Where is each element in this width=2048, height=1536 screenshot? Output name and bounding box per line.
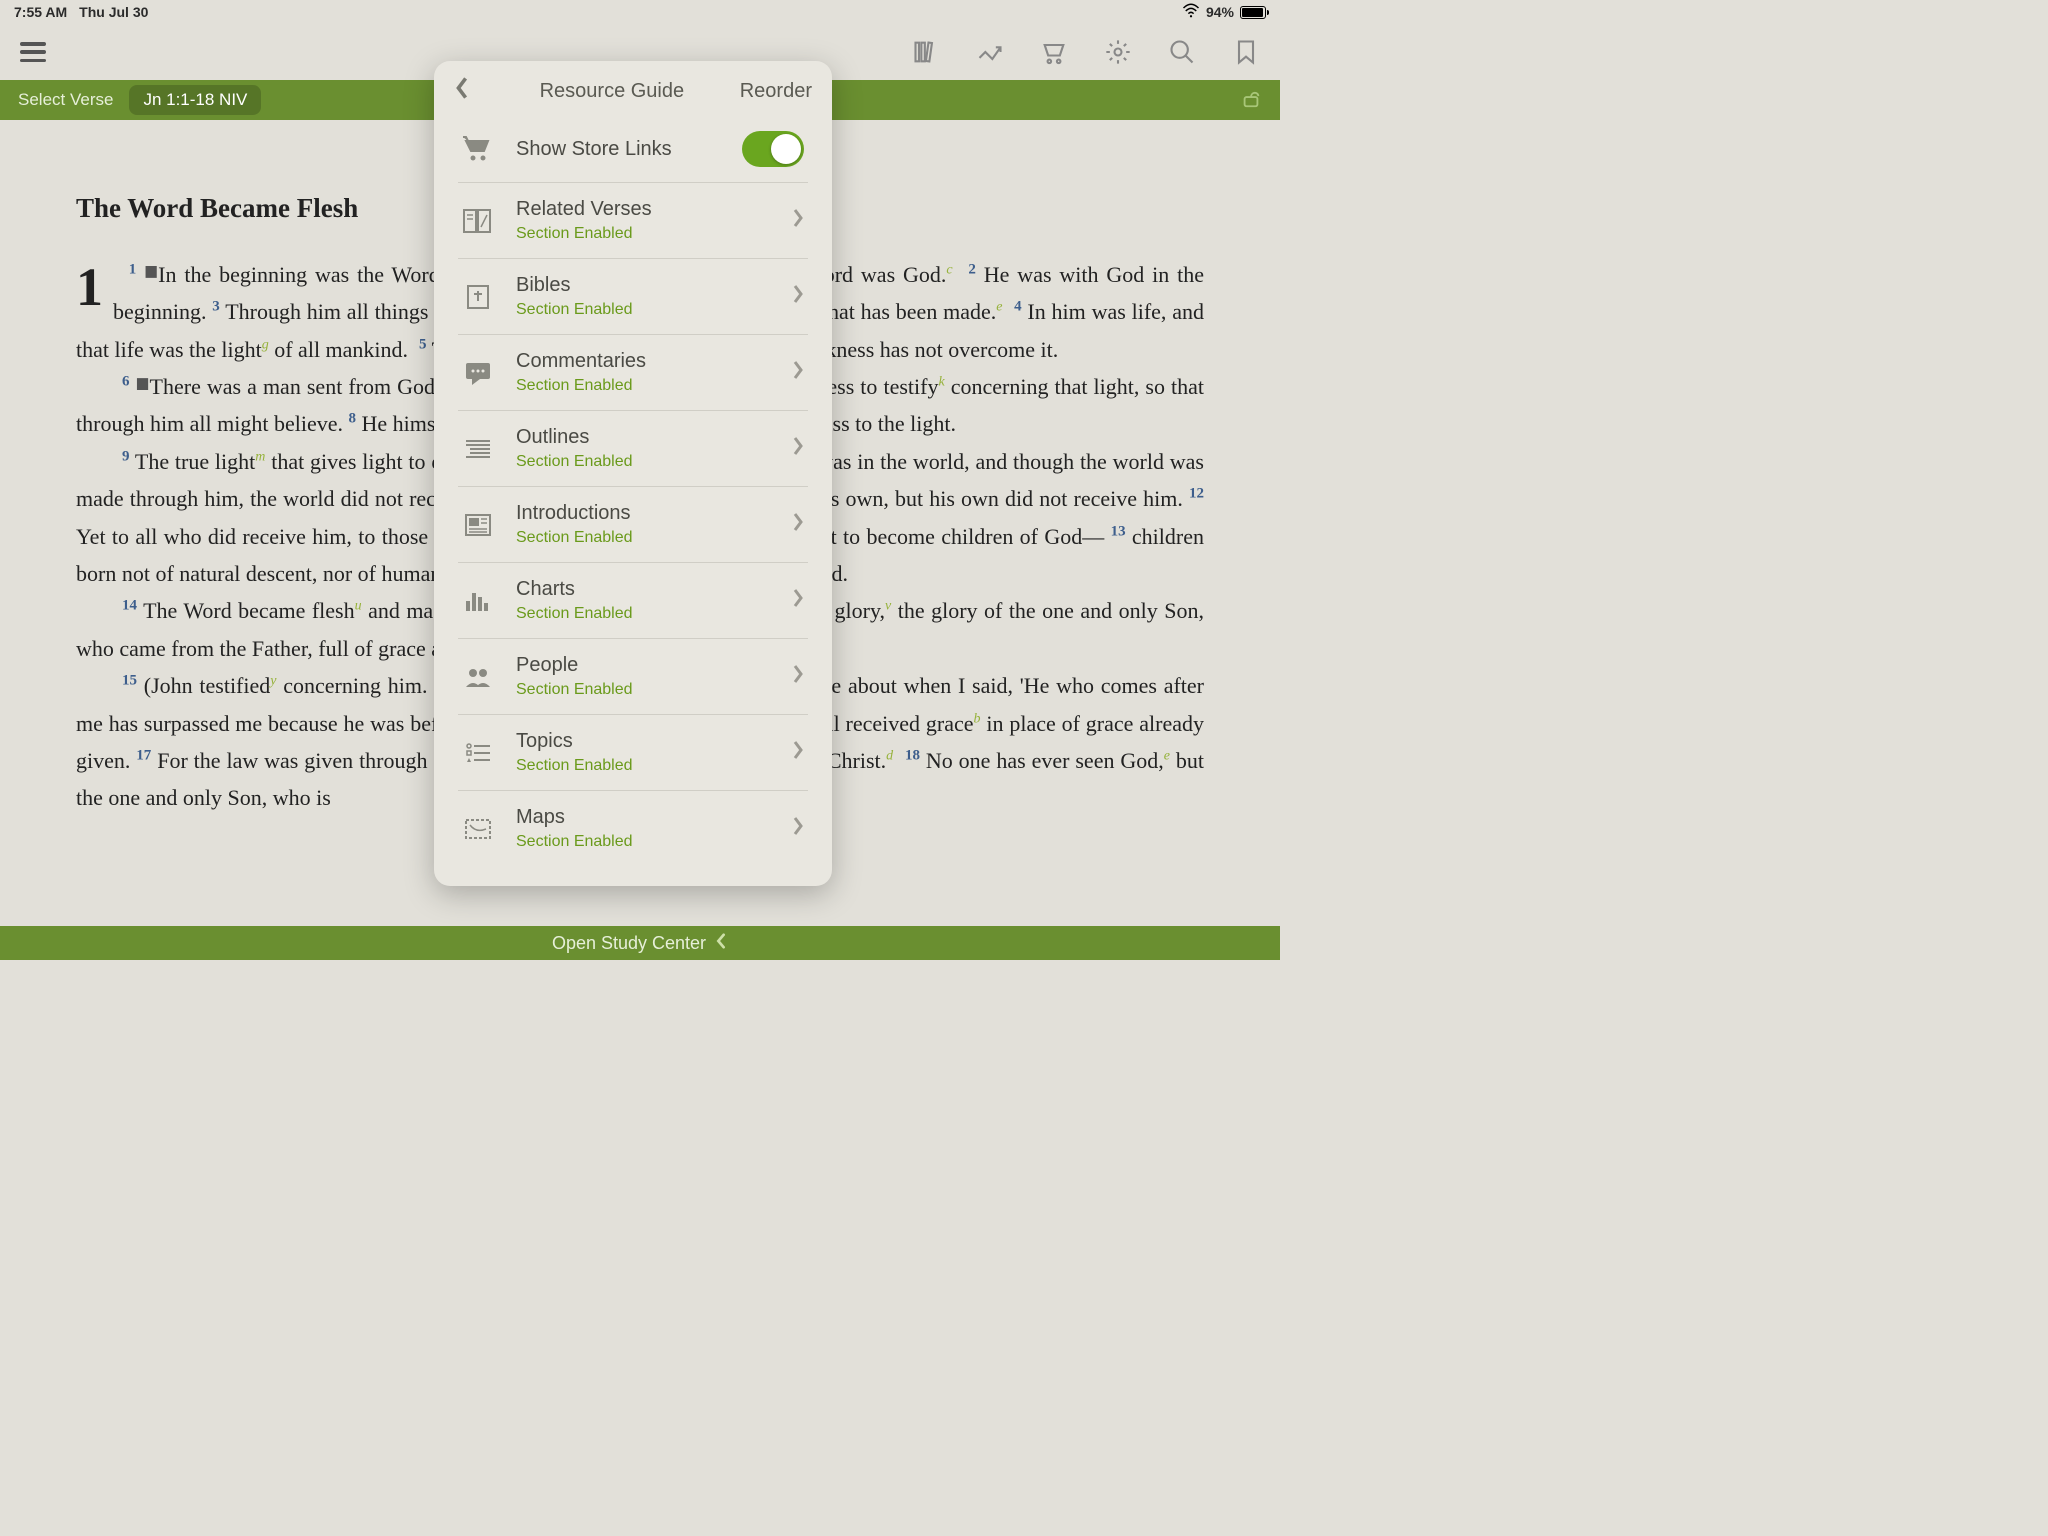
- status-date: Thu Jul 30: [79, 4, 148, 20]
- open-study-center-label: Open Study Center: [552, 933, 706, 954]
- charts-icon: [458, 584, 498, 618]
- library-icon[interactable]: [912, 38, 940, 66]
- store-links-row[interactable]: Show Store Links: [458, 121, 808, 183]
- battery-icon: [1240, 6, 1266, 19]
- chevron-right-icon: [792, 360, 804, 385]
- verses-icon: [458, 204, 498, 238]
- chevron-right-icon: [792, 588, 804, 613]
- chapter-number: 1: [76, 260, 103, 314]
- store-links-toggle[interactable]: [742, 131, 804, 167]
- bookmark-icon[interactable]: [1232, 38, 1260, 66]
- back-button[interactable]: [454, 76, 484, 106]
- commentary-icon: [458, 356, 498, 390]
- popover-list: Show Store Links Related Verses Section …: [434, 121, 832, 866]
- battery-percent: 94%: [1206, 4, 1234, 20]
- section-commentaries[interactable]: Commentaries Section Enabled: [458, 335, 808, 411]
- topics-icon: [458, 736, 498, 770]
- highlight-icon[interactable]: [976, 38, 1004, 66]
- chevron-right-icon: [792, 740, 804, 765]
- chevron-right-icon: [792, 512, 804, 537]
- section-maps[interactable]: Maps Section Enabled: [458, 791, 808, 866]
- xref-icon: [136, 378, 150, 390]
- reorder-button[interactable]: Reorder: [740, 80, 812, 103]
- section-bibles[interactable]: Bibles Section Enabled: [458, 259, 808, 335]
- select-verse-button[interactable]: Select Verse: [18, 90, 113, 110]
- chevron-right-icon: [792, 284, 804, 309]
- people-icon: [458, 660, 498, 694]
- status-bar: 7:55 AM Thu Jul 30 94%: [0, 0, 1280, 24]
- open-study-center-button[interactable]: Open Study Center: [0, 926, 1280, 960]
- chevron-right-icon: [792, 208, 804, 233]
- menu-button[interactable]: [20, 42, 46, 62]
- resource-guide-popover: Resource Guide Reorder Show Store Links …: [434, 61, 832, 886]
- section-people[interactable]: People Section Enabled: [458, 639, 808, 715]
- xref-icon: [144, 266, 158, 278]
- status-time: 7:55 AM: [14, 4, 67, 20]
- cart-icon: [458, 132, 498, 166]
- popover-title: Resource Guide: [484, 80, 740, 103]
- reference-pill[interactable]: Jn 1:1-18 NIV: [129, 85, 261, 115]
- section-topics[interactable]: Topics Section Enabled: [458, 715, 808, 791]
- maps-icon: [458, 812, 498, 846]
- lock-icon[interactable]: [1240, 87, 1262, 114]
- chevron-right-icon: [792, 664, 804, 689]
- section-introductions[interactable]: Introductions Section Enabled: [458, 487, 808, 563]
- cart-icon[interactable]: [1040, 38, 1068, 66]
- chevron-right-icon: [792, 816, 804, 841]
- settings-icon[interactable]: [1104, 38, 1132, 66]
- section-charts[interactable]: Charts Section Enabled: [458, 563, 808, 639]
- store-links-label: Show Store Links: [516, 138, 724, 161]
- outlines-icon: [458, 432, 498, 466]
- section-related-verses[interactable]: Related Verses Section Enabled: [458, 183, 808, 259]
- wifi-icon: [1182, 2, 1200, 23]
- introductions-icon: [458, 508, 498, 542]
- bible-icon: [458, 280, 498, 314]
- chevron-right-icon: [792, 436, 804, 461]
- chevron-left-icon: [714, 933, 728, 954]
- section-outlines[interactable]: Outlines Section Enabled: [458, 411, 808, 487]
- search-icon[interactable]: [1168, 38, 1196, 66]
